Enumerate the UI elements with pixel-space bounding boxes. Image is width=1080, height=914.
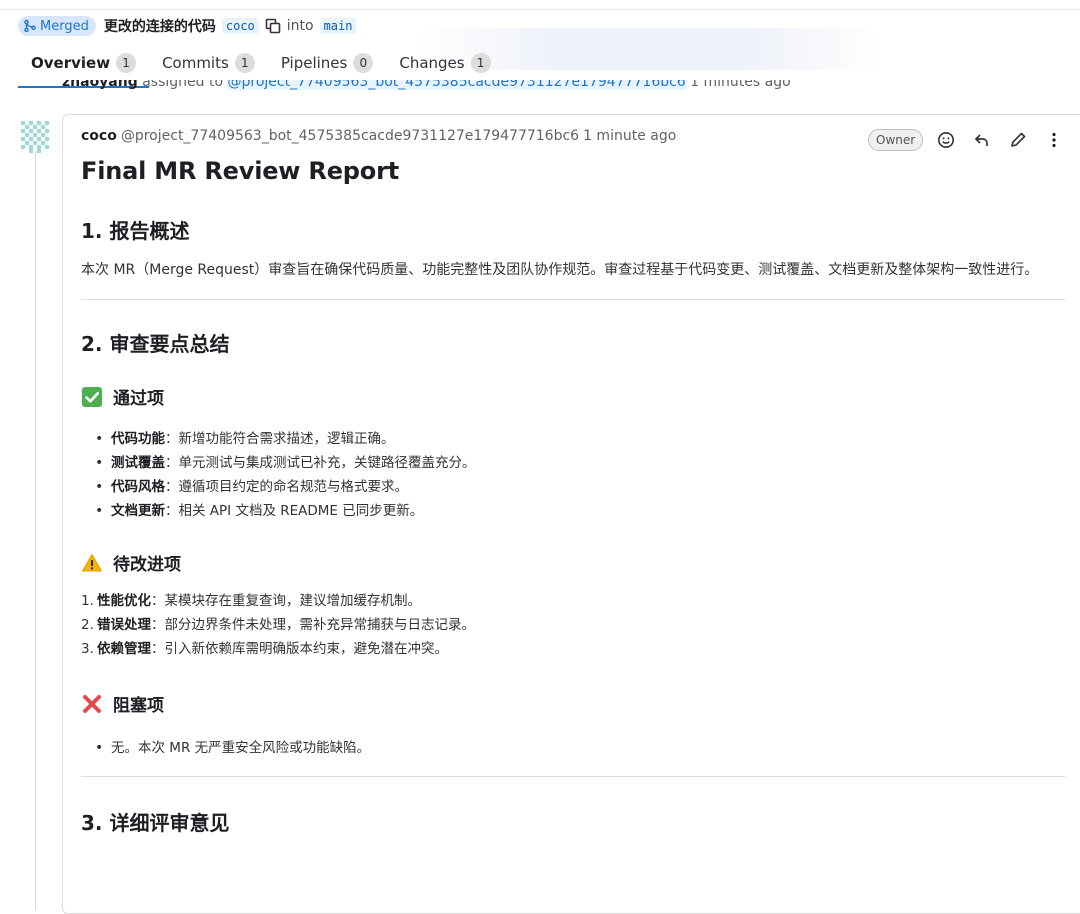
merge-icon xyxy=(24,19,36,33)
warning-icon xyxy=(81,552,103,574)
tab-commits[interactable]: Commits 1 xyxy=(149,46,268,80)
merged-status-badge: Merged xyxy=(18,16,96,36)
more-vertical-icon[interactable] xyxy=(1041,127,1067,153)
note-header: coco @project_77409563_bot_4575385cacde9… xyxy=(81,128,676,144)
tab-commits-count: 1 xyxy=(234,53,255,73)
tab-overview[interactable]: Overview 1 xyxy=(18,46,150,88)
note-author[interactable]: coco xyxy=(81,128,117,144)
pass-list: 代码功能：新增功能符合需求描述，逻辑正确。 测试覆盖：单元测试与集成测试已补充，… xyxy=(81,427,1065,523)
list-item: 代码风格：遵循项目约定的命名规范与格式要求。 xyxy=(95,475,1065,499)
tab-pipelines-label: Pipelines xyxy=(280,54,348,72)
tab-changes[interactable]: Changes 1 xyxy=(386,46,503,80)
tab-changes-count: 1 xyxy=(470,53,491,73)
reply-icon[interactable] xyxy=(969,127,995,153)
tab-pipelines[interactable]: Pipelines 0 xyxy=(268,46,387,80)
list-item: 2. 错误处理：部分边界条件未处理，需补充异常捕获与日志记录。 xyxy=(81,617,475,633)
block-heading-label: 阻塞项 xyxy=(113,696,164,716)
note-body: Final MR Review Report 1. 报告概述 本次 MR（Mer… xyxy=(81,155,1065,836)
pass-heading-label: 通过项 xyxy=(113,389,164,409)
tab-overview-label: Overview xyxy=(31,54,111,72)
cross-mark-icon xyxy=(81,693,103,715)
block-list: 无。本次 MR 无严重安全风险或功能缺陷。 xyxy=(81,736,1065,760)
check-mark-icon xyxy=(81,386,103,408)
activity-username[interactable]: zhaoyang xyxy=(62,80,138,90)
top-border xyxy=(0,0,1080,10)
list-item: 测试覆盖：单元测试与集成测试已补充，关键路径覆盖充分。 xyxy=(95,451,1065,475)
todo-list: 1. 性能优化：某模块存在重复查询，建议增加缓存机制。 2. 错误处理：部分边界条件… xyxy=(81,589,1065,661)
report-title: Final MR Review Report xyxy=(81,157,399,185)
list-item: 无。本次 MR 无严重安全风险或功能缺陷。 xyxy=(95,736,1065,760)
pass-heading: 通过项 xyxy=(81,384,1065,409)
todo-heading: 待改进项 xyxy=(81,550,1065,575)
section-2-heading: 2. 审查要点总结 xyxy=(81,332,230,356)
section-1-text: 本次 MR（Merge Request）审查旨在确保代码质量、功能完整性及团队协… xyxy=(81,262,1039,278)
tab-commits-label: Commits xyxy=(162,54,229,72)
tab-pipelines-count: 0 xyxy=(353,53,374,73)
activity-time: 1 minutes ago xyxy=(690,80,791,90)
pencil-icon[interactable] xyxy=(1005,127,1031,153)
list-item: 3. 依赖管理：引入新依赖库需明确版本约束，避免潜在冲突。 xyxy=(81,641,448,657)
activity-action: assigned to xyxy=(142,80,224,90)
section-1-heading: 1. 报告概述 xyxy=(81,219,190,243)
tab-changes-label: Changes xyxy=(399,54,465,72)
todo-heading-label: 待改进项 xyxy=(113,555,181,575)
copy-icon[interactable] xyxy=(265,18,281,34)
tab-overview-count: 1 xyxy=(116,53,137,73)
activity-mention[interactable]: @project_77409563_bot_4575385cacde973112… xyxy=(227,80,686,90)
note-time[interactable]: 1 minute ago xyxy=(583,128,676,144)
owner-badge: Owner xyxy=(868,129,924,151)
block-heading: 阻塞项 xyxy=(81,691,1065,716)
list-item: 1. 性能优化：某模块存在重复查询，建议增加缓存机制。 xyxy=(81,593,421,609)
target-branch[interactable]: main xyxy=(319,18,357,34)
list-item: 代码功能：新增功能符合需求描述，逻辑正确。 xyxy=(95,427,1065,451)
activity-line: zhaoyang assigned to @project_77409563_b… xyxy=(62,80,822,92)
divider xyxy=(81,299,1065,300)
review-note: coco @project_77409563_bot_4575385cacde9… xyxy=(62,114,1080,914)
note-handle[interactable]: @project_77409563_bot_4575385cacde973112… xyxy=(121,128,579,144)
list-item: 文档更新：相关 API 文档及 README 已同步更新。 xyxy=(95,499,1065,523)
into-label: into xyxy=(286,18,314,34)
mr-header: Merged 更改的连接的代码 coco into main xyxy=(18,15,357,37)
smiley-icon[interactable] xyxy=(933,127,959,153)
divider xyxy=(81,776,1065,777)
merged-status-label: Merged xyxy=(40,18,89,34)
mr-title: 更改的连接的代码 xyxy=(103,19,216,35)
section-3-heading: 3. 详细评审意见 xyxy=(81,811,230,835)
timeline-line xyxy=(35,150,36,910)
source-branch[interactable]: coco xyxy=(221,18,259,34)
avatar[interactable] xyxy=(18,118,52,156)
note-actions: Owner xyxy=(868,127,1067,153)
